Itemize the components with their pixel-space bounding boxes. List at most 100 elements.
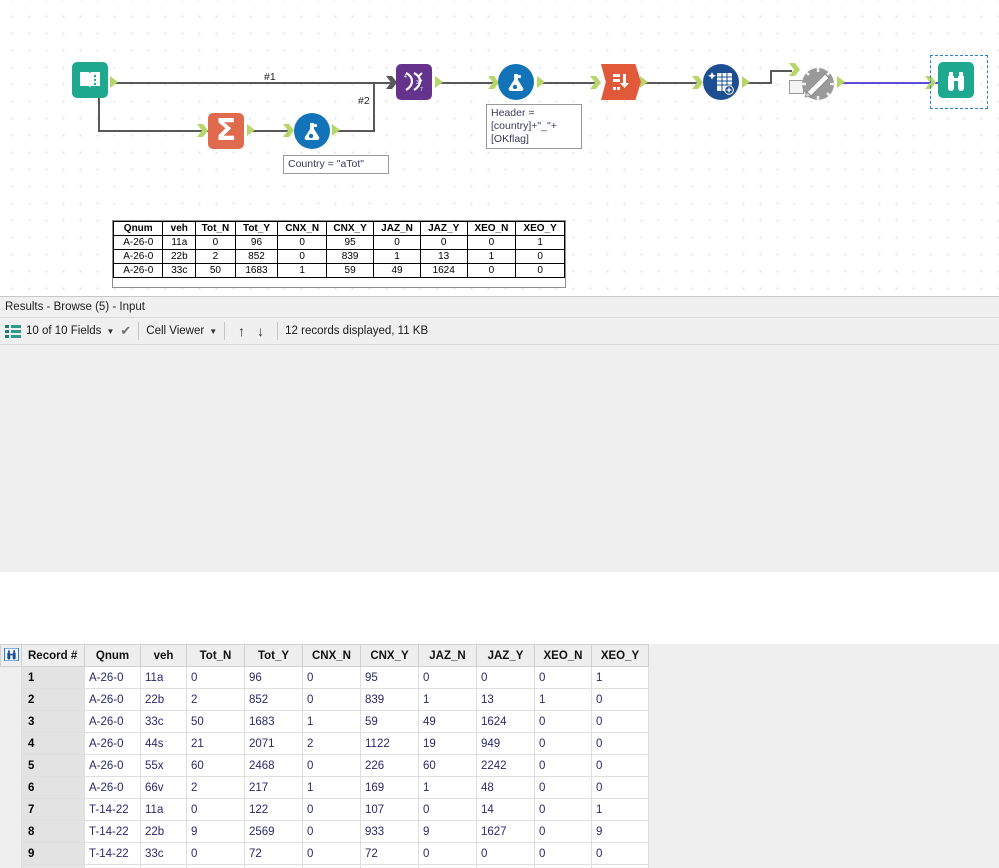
table-cell[interactable]: 44s — [141, 733, 187, 755]
table-cell[interactable]: 0 — [477, 843, 535, 865]
node-crosstab[interactable] — [703, 64, 739, 100]
table-cell[interactable]: 22b — [141, 689, 187, 711]
table-cell[interactable]: 19 — [419, 733, 477, 755]
table-cell[interactable]: 0 — [419, 799, 477, 821]
column-header-cnx-n[interactable]: CNX_N — [303, 645, 361, 667]
table-cell[interactable]: 2 — [187, 777, 245, 799]
table-cell[interactable]: 0 — [592, 777, 649, 799]
check-icon[interactable]: ✔ — [120, 323, 131, 339]
data-table[interactable]: Record #QnumvehTot_NTot_YCNX_NCNX_YJAZ_N… — [0, 644, 649, 868]
table-row[interactable]: 4A-26-044s212071211221994900 — [1, 733, 649, 755]
table-cell[interactable]: 1 — [419, 689, 477, 711]
table-cell[interactable]: 226 — [361, 755, 419, 777]
table-cell[interactable]: 0 — [303, 821, 361, 843]
table-row[interactable]: 8T-14-2222b9256909339162709 — [1, 821, 649, 843]
table-cell[interactable]: 0 — [419, 865, 477, 868]
table-cell[interactable]: 1 — [535, 689, 592, 711]
record-number-cell[interactable]: 7 — [22, 799, 85, 821]
column-header-cnx-y[interactable]: CNX_Y — [361, 645, 419, 667]
node-select[interactable] — [798, 66, 838, 102]
table-cell[interactable]: 0 — [419, 843, 477, 865]
table-cell[interactable]: 0 — [303, 689, 361, 711]
table-cell[interactable]: 0 — [592, 843, 649, 865]
table-cell[interactable]: 2468 — [245, 755, 303, 777]
node-input-data[interactable] — [72, 62, 108, 98]
output-anchor-summarize[interactable] — [247, 124, 255, 136]
table-cell[interactable]: T-14-22 — [85, 799, 141, 821]
table-row[interactable]: 1A-26-011a0960950001 — [1, 667, 649, 689]
table-cell[interactable]: 2 — [303, 733, 361, 755]
table-cell[interactable]: 839 — [361, 689, 419, 711]
table-cell[interactable]: 1627 — [477, 821, 535, 843]
table-cell[interactable]: 11a — [141, 667, 187, 689]
table-cell[interactable]: 217 — [245, 777, 303, 799]
table-cell[interactable]: 0 — [535, 667, 592, 689]
table-cell[interactable]: 14 — [477, 799, 535, 821]
table-cell[interactable]: 0 — [187, 667, 245, 689]
column-header-jaz-y[interactable]: JAZ_Y — [477, 645, 535, 667]
table-cell[interactable]: 48 — [477, 777, 535, 799]
table-cell[interactable]: 949 — [477, 733, 535, 755]
column-header-xeo-y[interactable]: XEO_Y — [592, 645, 649, 667]
table-cell[interactable]: A-26-0 — [85, 733, 141, 755]
scroll-up-button[interactable]: ↑ — [232, 323, 251, 339]
table-cell[interactable]: 1 — [419, 777, 477, 799]
table-row[interactable]: 7T-14-2211a0122010701401 — [1, 799, 649, 821]
table-cell[interactable]: 49 — [419, 711, 477, 733]
table-cell[interactable]: 72 — [245, 843, 303, 865]
output-anchor-crosstab[interactable] — [742, 76, 750, 88]
table-cell[interactable]: 107 — [361, 799, 419, 821]
workflow-canvas[interactable]: Σ 4 3 7 — [0, 0, 999, 296]
record-number-cell[interactable]: 8 — [22, 821, 85, 843]
table-cell[interactable]: 0 — [535, 733, 592, 755]
output-anchor-select[interactable] — [837, 76, 845, 88]
table-cell[interactable]: 95 — [361, 667, 419, 689]
table-cell[interactable]: 1122 — [361, 733, 419, 755]
table-cell[interactable]: A-26-0 — [85, 667, 141, 689]
table-cell[interactable]: 0 — [419, 667, 477, 689]
output-anchor-formula[interactable] — [537, 76, 545, 88]
column-header-tot-y[interactable]: Tot_Y — [245, 645, 303, 667]
table-cell[interactable]: 66v — [141, 777, 187, 799]
table-cell[interactable]: T-14-22 — [85, 865, 141, 868]
table-cell[interactable]: 1276 — [361, 865, 419, 868]
node-browse[interactable] — [938, 62, 974, 98]
results-data-grid[interactable]: Record #QnumvehTot_NTot_YCNX_NCNX_YJAZ_N… — [0, 644, 999, 868]
table-cell[interactable]: 0 — [592, 689, 649, 711]
table-row[interactable]: 10T-14-2244s1222311276093809 — [1, 865, 649, 868]
table-cell[interactable]: 96 — [245, 667, 303, 689]
table-cell[interactable]: A-26-0 — [85, 777, 141, 799]
list-icon[interactable] — [0, 324, 26, 339]
table-cell[interactable]: 50 — [187, 711, 245, 733]
table-row[interactable]: 3A-26-033c50168315949162400 — [1, 711, 649, 733]
table-row[interactable]: 5A-26-055x602468022660224200 — [1, 755, 649, 777]
record-number-cell[interactable]: 10 — [22, 865, 85, 868]
table-cell[interactable]: 59 — [361, 711, 419, 733]
table-cell[interactable]: 1 — [303, 777, 361, 799]
node-transpose[interactable] — [601, 64, 641, 100]
table-cell[interactable]: 55x — [141, 755, 187, 777]
table-cell[interactable]: 1683 — [245, 711, 303, 733]
table-cell[interactable]: 0 — [535, 821, 592, 843]
output-anchor-input[interactable] — [110, 76, 118, 88]
node-filter[interactable] — [294, 113, 330, 149]
node-join[interactable]: 4 3 7 — [396, 64, 432, 100]
table-cell[interactable]: 9 — [592, 821, 649, 843]
data-table-body[interactable]: 1A-26-011a09609500012A-26-022b2852083911… — [1, 667, 649, 868]
table-cell[interactable]: 0 — [303, 799, 361, 821]
record-number-cell[interactable]: 4 — [22, 733, 85, 755]
table-cell[interactable]: 0 — [187, 843, 245, 865]
table-cell[interactable]: 0 — [303, 755, 361, 777]
table-cell[interactable]: 1 — [187, 865, 245, 868]
output-anchor-join[interactable] — [435, 76, 443, 88]
table-cell[interactable]: 60 — [419, 755, 477, 777]
table-cell[interactable]: 0 — [535, 865, 592, 868]
table-row[interactable]: 6A-26-066v2217116914800 — [1, 777, 649, 799]
record-number-cell[interactable]: 3 — [22, 711, 85, 733]
table-cell[interactable]: A-26-0 — [85, 711, 141, 733]
table-cell[interactable]: 2071 — [245, 733, 303, 755]
node-formula[interactable] — [498, 64, 534, 100]
table-cell[interactable]: 2223 — [245, 865, 303, 868]
table-cell[interactable]: 2 — [187, 689, 245, 711]
table-cell[interactable]: 13 — [477, 689, 535, 711]
